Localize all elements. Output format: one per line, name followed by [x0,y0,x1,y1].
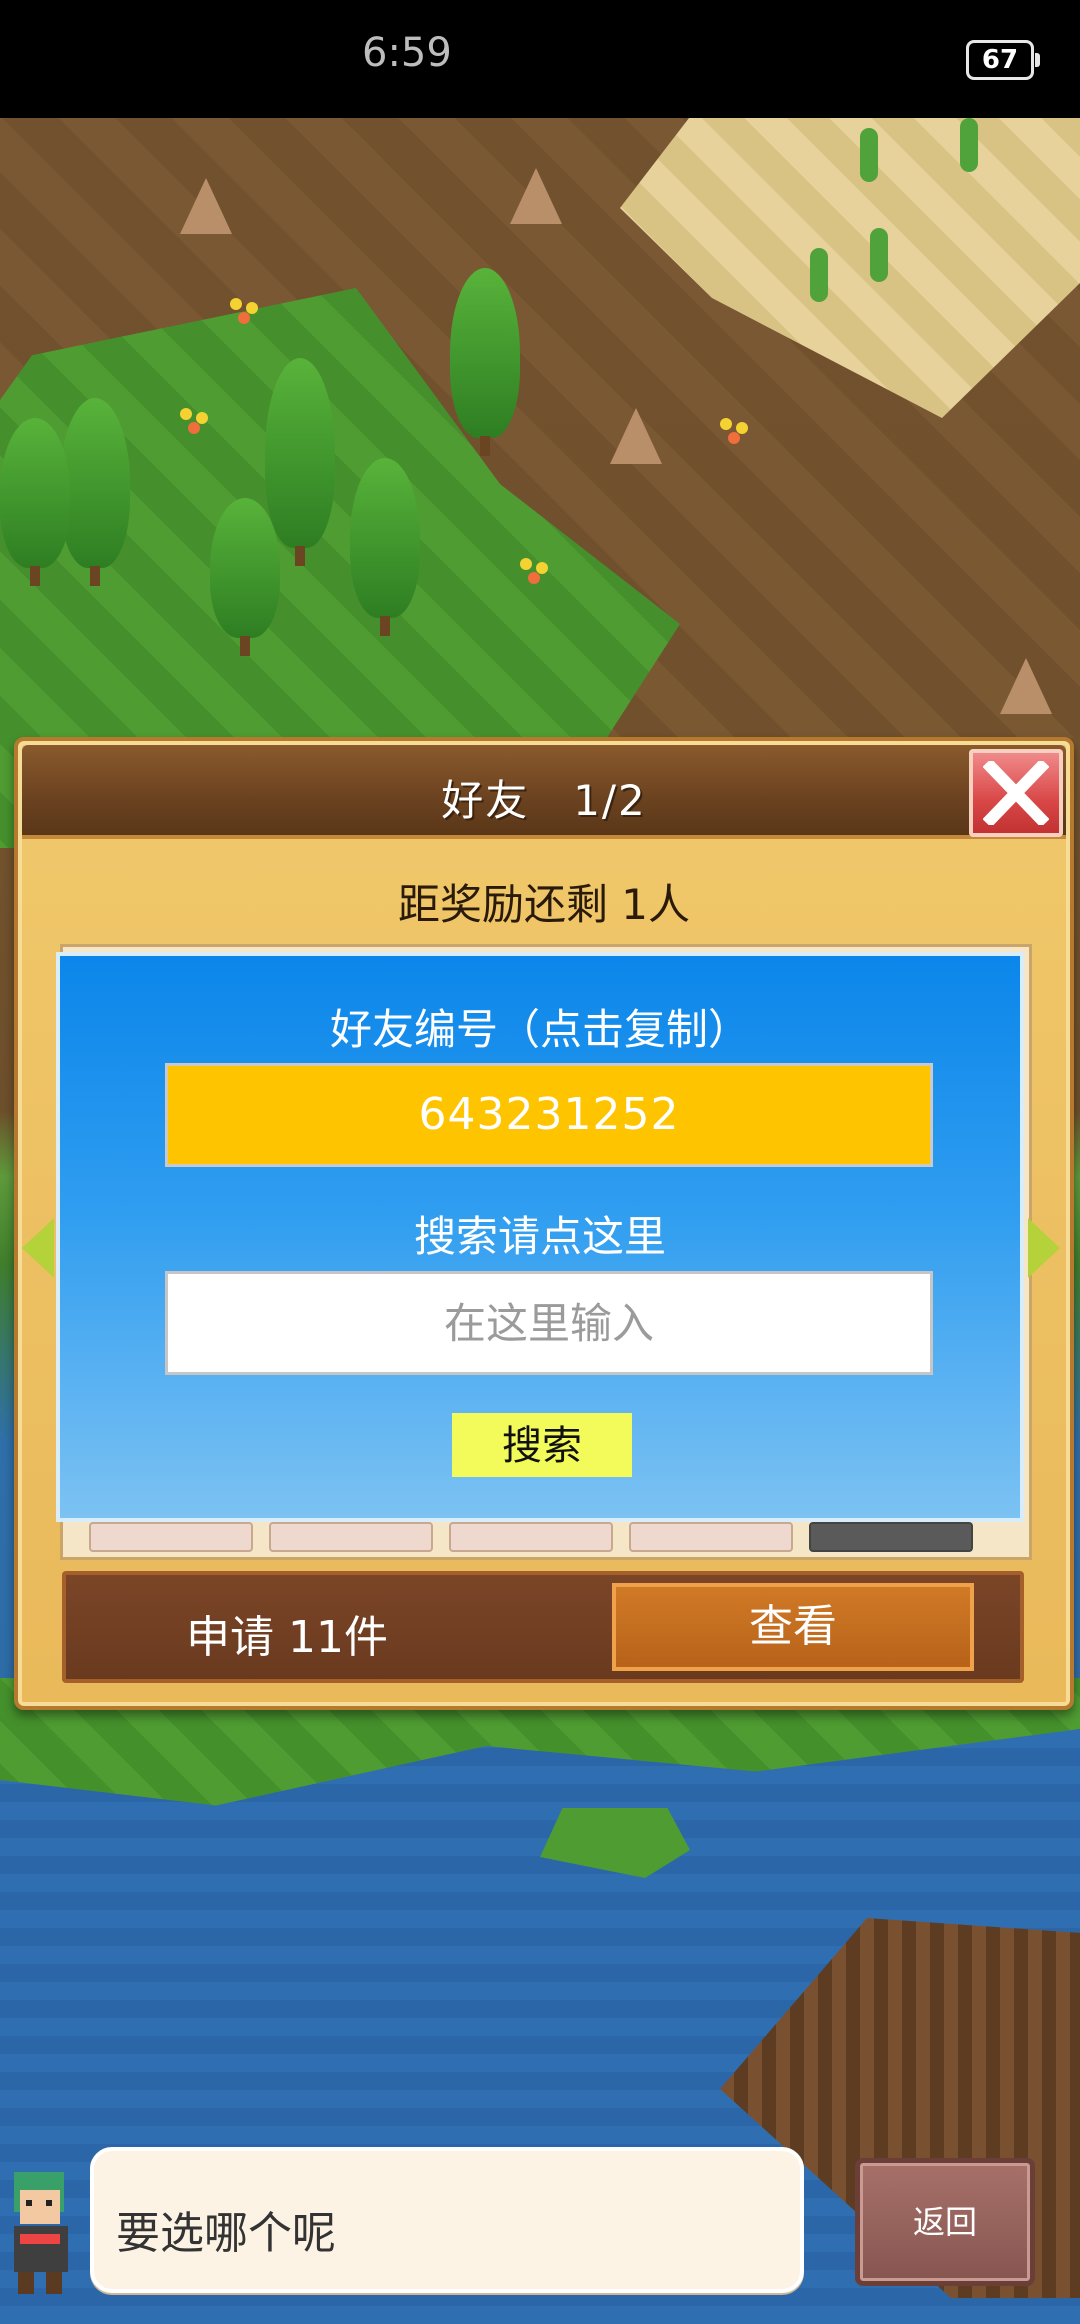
list-item [629,1522,793,1552]
list-item [269,1522,433,1552]
flower-icon [180,408,192,420]
view-applications-button[interactable]: 查看 [612,1583,974,1671]
panel-title: 好友 1/2 [441,776,647,825]
friend-id-label: 好友编号（点击复制） [329,1005,750,1054]
tree-icon [265,358,335,566]
speech-text: 要选哪个呢 [116,2208,336,2259]
friend-code-dialog: 好友编号（点击复制） 643231252 搜索请点这里 搜索 [56,952,1024,1522]
panel-header: 好友 1/2 [22,745,1066,839]
tree-icon [450,268,520,456]
cactus-icon [960,118,978,172]
search-label: 搜索请点这里 [413,1212,666,1261]
cactus-icon [870,228,888,282]
applications-count: 申请 11件 [186,1612,388,1663]
rock-icon [180,178,232,234]
tree-icon [210,498,280,656]
back-button[interactable]: 返回 [855,2158,1035,2286]
next-page-arrow-icon[interactable] [1028,1218,1060,1278]
character-avatar-icon [14,2172,68,2294]
cactus-icon [860,128,878,182]
rock-icon [610,408,662,464]
speech-bubble: 要选哪个呢 [90,2147,804,2293]
reward-remaining-text: 距奖励还剩 1人 [397,880,691,929]
flower-icon [230,298,242,310]
close-icon [983,761,1049,825]
status-bar: 6:59 67 [0,0,1080,118]
tree-icon [0,418,70,586]
flower-icon [520,558,532,570]
battery-icon: 67 [966,40,1040,80]
list-item [449,1522,613,1552]
status-time: 6:59 [362,30,452,76]
search-button[interactable]: 搜索 [452,1413,632,1477]
cactus-icon [810,248,828,302]
close-button[interactable] [969,749,1063,837]
flower-icon [720,418,732,430]
prev-page-arrow-icon[interactable] [22,1218,54,1278]
rock-icon [1000,658,1052,714]
tree-icon [60,398,130,586]
tree-icon [350,458,420,636]
applications-bar: 申请 11件 查看 [62,1571,1024,1683]
rock-icon [510,168,562,224]
friend-id-copy-box[interactable]: 643231252 [165,1063,933,1167]
list-item [89,1522,253,1552]
list-item [809,1522,973,1552]
friend-search-input[interactable] [165,1271,933,1375]
